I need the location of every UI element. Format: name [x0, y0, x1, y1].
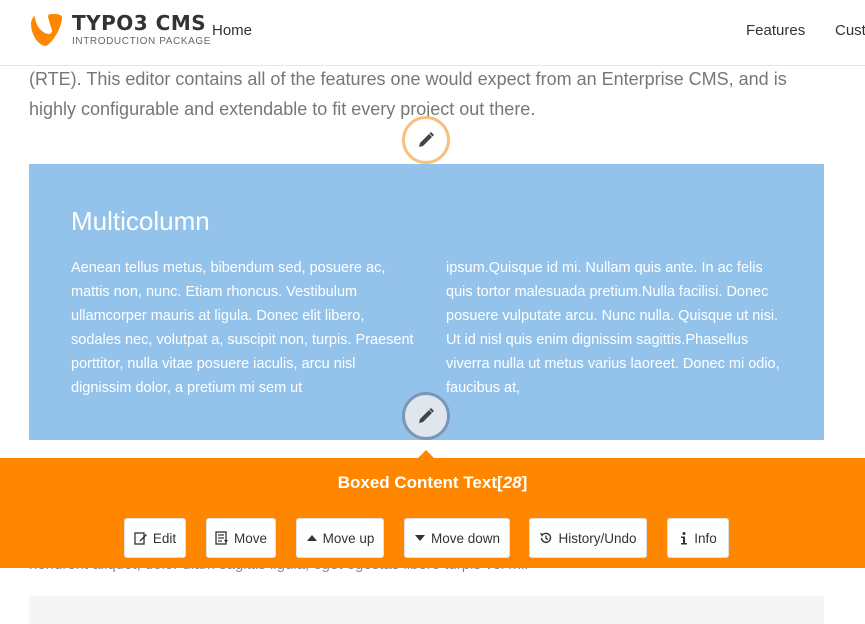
triangle-down-icon: [414, 535, 425, 541]
panel-title-text: Boxed Content Text: [337, 473, 498, 492]
edit-content-button-top[interactable]: [402, 116, 450, 164]
typo3-logo[interactable]: TYPO3 CMS INTRODUCTION PACKAGE: [28, 12, 211, 48]
pencil-icon: [419, 408, 434, 423]
history-icon: [540, 532, 552, 544]
triangle-up-icon: [306, 535, 317, 541]
panel-title: Boxed Content Text[28]: [337, 473, 528, 492]
nav-link-home[interactable]: Home: [212, 22, 252, 39]
edit-button-label: Edit: [152, 530, 177, 546]
top-navbar: TYPO3 CMS INTRODUCTION PACKAGE Home Feat…: [0, 0, 865, 66]
edit-button[interactable]: Edit: [124, 518, 186, 558]
info-button-label: Info: [694, 530, 717, 546]
brand-tagline: INTRODUCTION PACKAGE: [72, 36, 212, 47]
move-button[interactable]: Move: [206, 518, 276, 558]
panel-pointer: [417, 450, 435, 459]
move-up-button[interactable]: Move up: [296, 518, 384, 558]
typo3-logo-icon: [31, 14, 62, 46]
move-down-button[interactable]: Move down: [404, 518, 510, 558]
intro-paragraph: (RTE). This editor contains all of the f…: [29, 69, 787, 119]
move-down-button-label: Move down: [430, 530, 501, 546]
multicolumn-right-text: ipsum.Quisque id mi. Nullam quis ante. I…: [446, 260, 780, 396]
grey-content-block: [29, 596, 824, 624]
pencil-icon: [419, 132, 434, 147]
move-icon: [215, 531, 228, 545]
brand-name: TYPO3 CMS: [72, 11, 207, 35]
move-button-label: Move: [233, 530, 267, 546]
nav-link-customers[interactable]: Cust: [835, 22, 865, 39]
multicolumn-left-text: Aenean tellus metus, bibendum sed, posue…: [71, 260, 414, 396]
edit-icon: [134, 532, 147, 545]
info-button[interactable]: Info: [667, 518, 729, 558]
info-icon: [681, 532, 688, 545]
multicolumn-title: Multicolumn: [71, 206, 210, 236]
nav-link-features[interactable]: Features: [746, 22, 805, 39]
history-undo-button-label: History/Undo: [558, 530, 637, 546]
frontend-edit-panel: Boxed Content Text[28] Edit Move Move up…: [0, 450, 865, 568]
history-undo-button[interactable]: History/Undo: [529, 518, 647, 558]
content-uid: 28: [502, 473, 522, 492]
edit-content-button-multicolumn[interactable]: [402, 392, 450, 440]
move-up-button-label: Move up: [322, 530, 375, 546]
